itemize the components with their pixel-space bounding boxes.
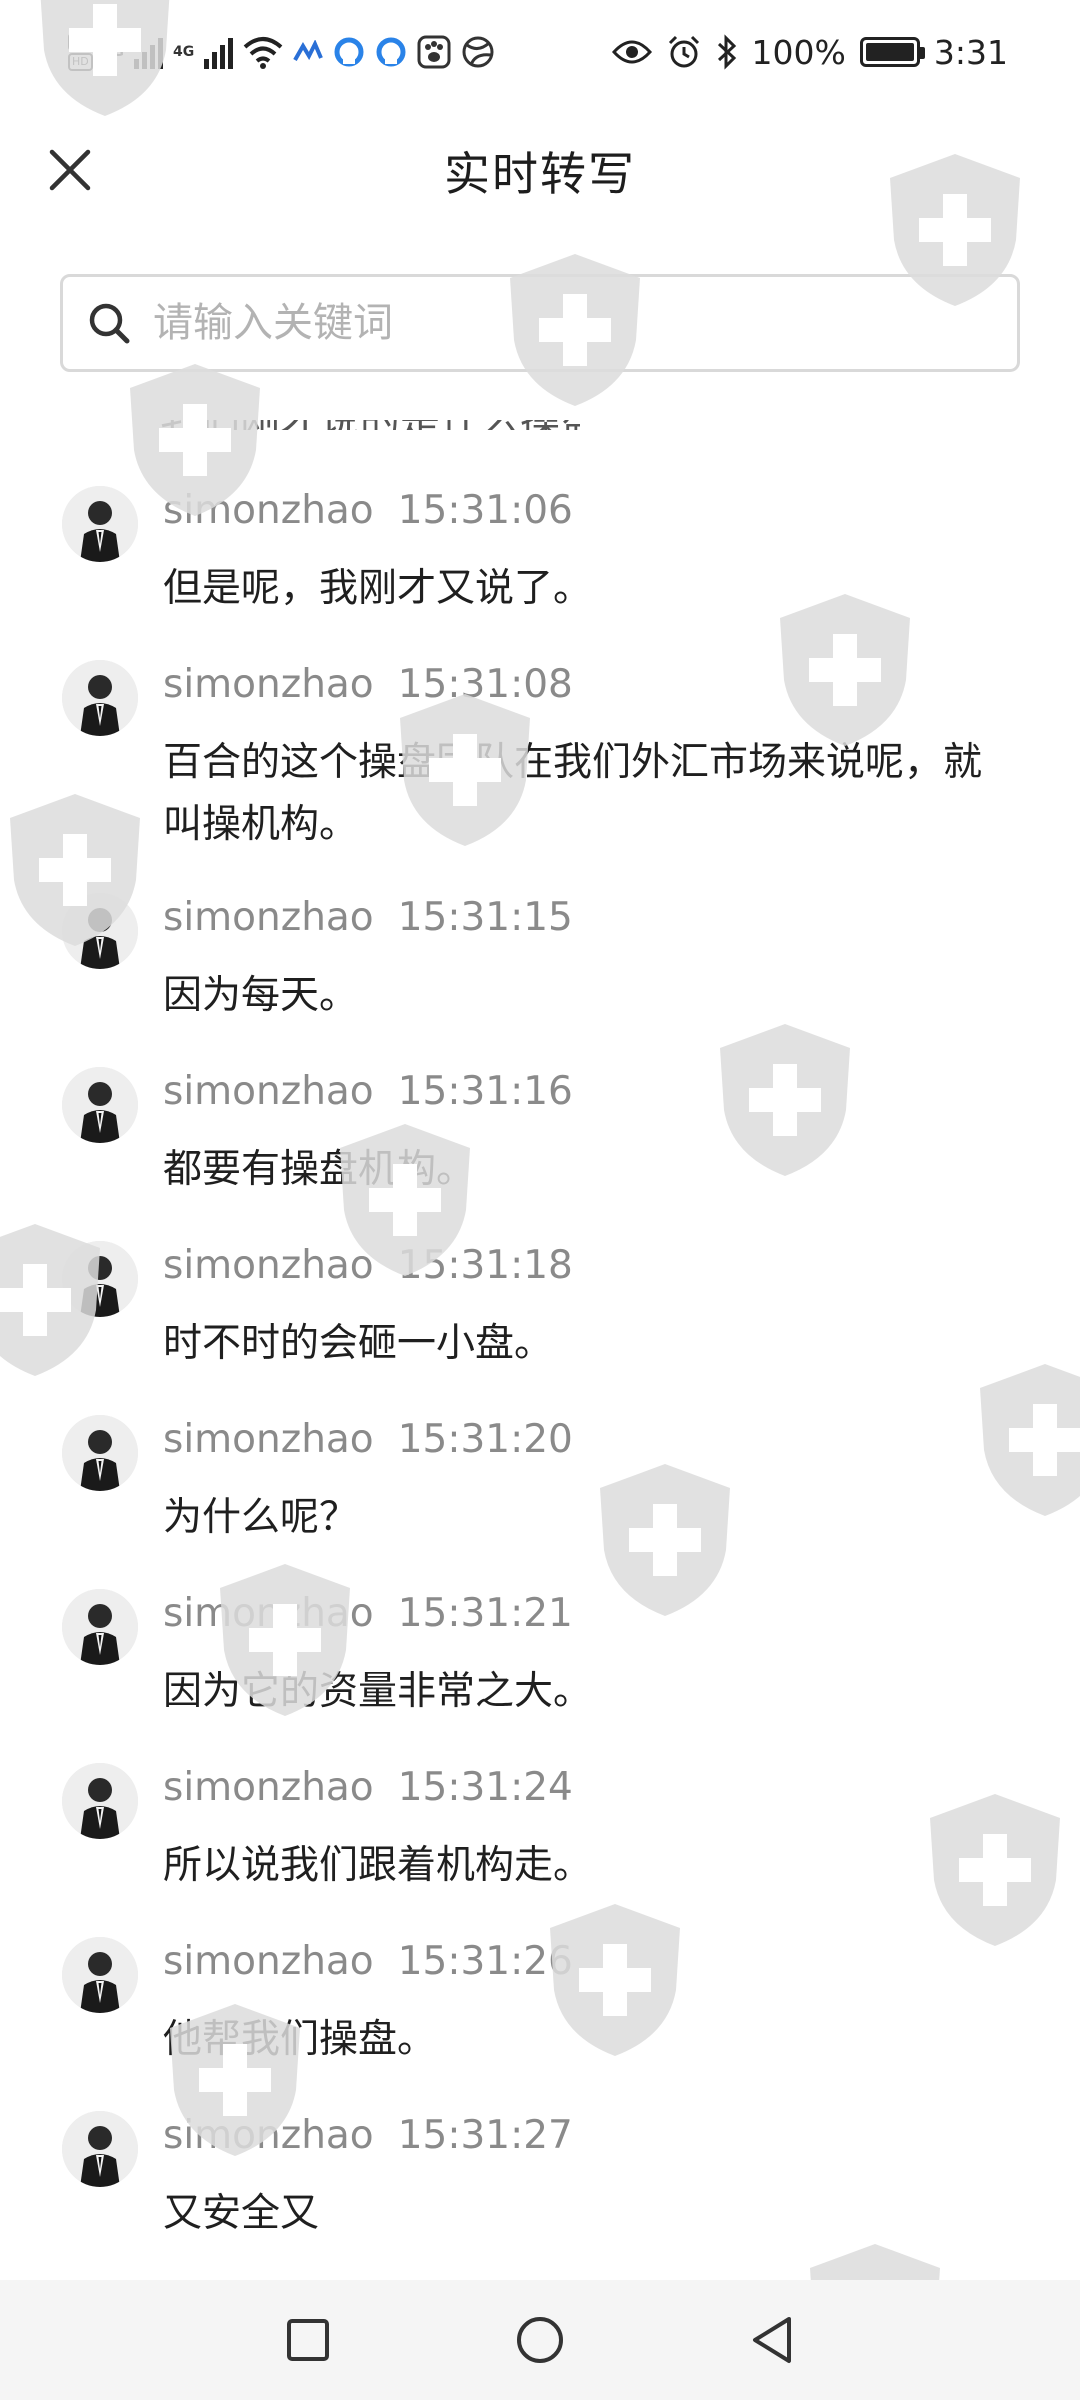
timestamp: 15:31:27 [397,2113,573,2158]
clock: 3:31 [933,32,1008,72]
entry-meta: simonzhao 15:31:08 [163,662,573,707]
network-type-1: 4G [102,44,124,60]
entry-meta: simonzhao 15:31:16 [163,1069,573,1114]
avatar[interactable] [62,1415,138,1491]
avatar[interactable] [62,1067,138,1143]
transcript-text: 但是呢，我刚才又说了。 [163,566,593,611]
speaker-name: simonzhao [163,1591,374,1636]
transcript-text: 所以说我们跟着机构走。 [163,1843,593,1888]
transcript-text: 时不时的会砸一小盘。 [163,1321,554,1366]
timestamp: 15:31:18 [397,1243,573,1288]
avatar[interactable] [62,1241,138,1317]
transcript-text: 为什么呢？ [163,1495,359,1540]
partial-entry-text: 我们刚才说的是什么操盘 [160,420,580,430]
wifi-icon [243,35,283,69]
network-type-2: 4G [172,44,195,60]
entry-meta: simonzhao 15:31:26 [163,1939,573,1984]
status-bar: HD HD 4G 4G 100% 3:31 [0,0,1080,104]
avatar[interactable] [62,1589,138,1665]
speaker-name: simonzhao [163,1417,374,1462]
transcript-text: 百合的这个操盘团队在我们外汇市场来说呢，就叫操机构。 [163,740,983,847]
ball-app-icon [461,35,495,69]
triangle-back-icon [753,2317,791,2363]
entry-meta: simonzhao 15:31:24 [163,1765,573,1810]
entry-meta: simonzhao 15:31:06 [163,488,573,533]
home-button[interactable] [510,2310,570,2370]
app-notification-icon-2 [333,36,365,68]
speaker-name: simonzhao [163,1939,374,1984]
back-button[interactable] [742,2310,802,2370]
timestamp: 15:31:26 [397,1939,573,1984]
eye-icon [611,38,652,66]
speaker-name: simonzhao [163,488,374,533]
status-right: 100% 3:31 [611,28,1008,76]
search-icon [85,299,133,347]
transcript-text: 因为每天。 [163,973,359,1018]
battery-icon [859,37,925,67]
timestamp: 15:31:16 [397,1069,573,1114]
entry-meta: simonzhao 15:31:21 [163,1591,573,1636]
page-title: 实时转写 [444,147,636,201]
timestamp: 15:31:06 [397,488,573,533]
entry-meta: simonzhao 15:31:27 [163,2113,573,2158]
speaker-name: simonzhao [163,1243,374,1288]
avatar[interactable] [62,2111,138,2187]
timestamp: 15:31:20 [397,1417,573,1462]
paw-app-icon [417,35,451,69]
partial-entry: 我们刚才说的是什么操盘 [160,420,580,430]
transcript-text: 他帮我们操盘。 [163,2017,437,2062]
hd-stack: HD HD [68,33,93,71]
transcript-text: 因为它的资量非常之大。 [163,1669,593,1714]
transcript-text: 都要有操盘机构。 [163,1147,476,1192]
hd-badge-1: HD [68,33,93,51]
status-left: HD HD 4G 4G [68,28,495,76]
transcript-text: 又安全又 [163,2191,320,2236]
search-input[interactable] [151,299,975,347]
speaker-name: simonzhao [163,1069,374,1114]
speaker-name: simonzhao [163,2113,374,2158]
app-notification-icon-1 [293,40,324,64]
signal-icon-2 [204,35,234,69]
recent-apps-button[interactable] [278,2310,338,2370]
hd-badge-2: HD [68,53,93,71]
alarm-icon [666,34,702,70]
avatar[interactable] [62,893,138,969]
circle-icon [517,2317,563,2363]
transcript-list[interactable]: 我们刚才说的是什么操盘 simonzhao 15:31:06 但是呢，我刚才又说了… [0,420,1080,2280]
entry-meta: simonzhao 15:31:15 [163,895,573,940]
square-icon [287,2319,329,2361]
app-notification-icon-3 [375,36,407,68]
speaker-name: simonzhao [163,895,374,940]
timestamp: 15:31:21 [397,1591,573,1636]
bluetooth-icon [716,34,738,70]
header: 实时转写 [0,104,1080,234]
battery-percent: 100% [751,32,846,72]
entry-meta: simonzhao 15:31:20 [163,1417,573,1462]
timestamp: 15:31:24 [397,1765,573,1810]
avatar[interactable] [62,486,138,562]
speaker-name: simonzhao [163,1765,374,1810]
speaker-name: simonzhao [163,662,374,707]
timestamp: 15:31:08 [397,662,573,707]
avatar[interactable] [62,1937,138,2013]
avatar[interactable] [62,1763,138,1839]
entry-meta: simonzhao 15:31:18 [163,1243,573,1288]
search-box[interactable] [60,274,1020,372]
signal-icon [133,35,163,69]
avatar[interactable] [62,660,138,736]
timestamp: 15:31:15 [397,895,573,940]
system-nav-bar [0,2280,1080,2400]
